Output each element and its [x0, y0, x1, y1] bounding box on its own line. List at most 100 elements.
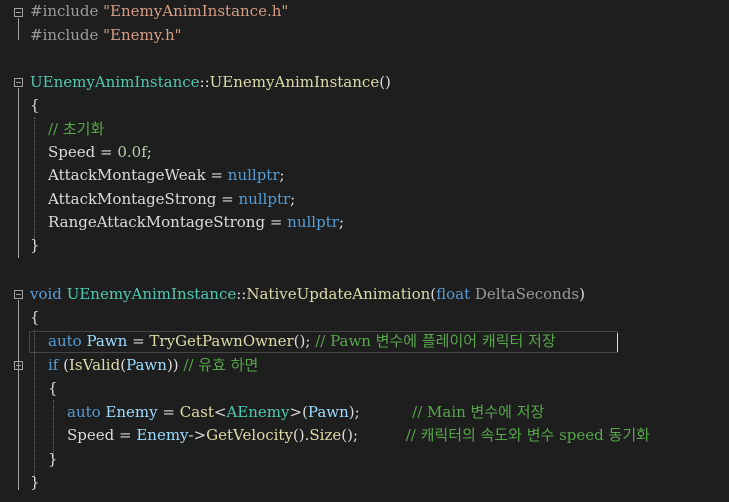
number-literal: 0.0f	[117, 143, 147, 161]
local-variable: Pawn	[126, 356, 167, 374]
brace: }	[30, 473, 40, 491]
operator: =	[205, 166, 228, 184]
code-line-13: void UEnemyAnimInstance::NativeUpdateAni…	[30, 283, 585, 306]
preprocessor-directive: #include	[30, 26, 99, 44]
comment: // 유효 하면	[183, 356, 259, 374]
operator: =	[157, 403, 180, 421]
scope-operator: ::	[199, 73, 210, 91]
keyword: auto	[67, 403, 101, 421]
function-name: GetVelocity	[206, 426, 293, 444]
keyword: nullptr	[227, 166, 280, 184]
text-caret	[617, 333, 618, 352]
punctuation: ;	[338, 213, 344, 231]
operator: =	[114, 426, 137, 444]
local-variable: Enemy	[100, 403, 158, 421]
fold-toggle-native-update[interactable]	[14, 290, 23, 299]
code-line-18: auto Enemy = Cast<AEnemy>(Pawn); // Main…	[67, 401, 544, 424]
comment: // 초기화	[48, 120, 105, 138]
punctuation: ))	[166, 356, 184, 374]
function-name: Size	[309, 426, 342, 444]
keyword: float	[436, 285, 471, 303]
operator: =	[216, 190, 239, 208]
fold-toggle-includes[interactable]	[14, 8, 23, 17]
identifier: RangeAttackMontageStrong	[48, 213, 266, 231]
comment: // Main 변수에 저장	[412, 403, 545, 421]
brace: }	[48, 450, 58, 468]
local-variable: Pawn	[81, 332, 128, 350]
code-line-14: {	[30, 306, 40, 329]
local-variable: Pawn	[307, 403, 349, 421]
code-line-15: auto Pawn = TryGetPawnOwner(); // Pawn 변…	[48, 330, 556, 353]
punctuation: ()	[379, 73, 391, 91]
comment: // Pawn 변수에 플레이어 캐릭터 저장	[315, 332, 556, 350]
punctuation: ;	[290, 190, 296, 208]
code-line-1: #include "EnemyAnimInstance.h"	[30, 0, 288, 23]
code-line-8: AttackMontageWeak = nullptr;	[48, 164, 285, 187]
code-line-7: Speed = 0.0f;	[48, 141, 152, 164]
code-line-2: #include "Enemy.h"	[30, 24, 182, 47]
comment: // 캐릭터의 속도와 변수 speed 동기화	[405, 426, 650, 444]
scope-operator: ::	[236, 285, 247, 303]
operator: =	[265, 213, 288, 231]
punctuation: )	[579, 285, 585, 303]
fold-toggle-constructor[interactable]	[14, 78, 23, 87]
punctuation: ().	[292, 426, 310, 444]
code-line-17: {	[48, 377, 58, 400]
fold-guide	[18, 18, 19, 40]
class-name: AEnemy	[226, 403, 290, 421]
punctuation: (	[58, 356, 69, 374]
code-line-20: }	[48, 448, 58, 471]
string-literal: "EnemyAnimInstance.h"	[103, 2, 289, 20]
brace: }	[30, 236, 40, 254]
keyword: if	[48, 356, 59, 374]
fold-guide	[18, 371, 19, 466]
punctuation: ();	[341, 426, 359, 444]
class-name: UEnemyAnimInstance	[30, 73, 200, 91]
identifier: Speed	[67, 426, 115, 444]
identifier: AttackMontageStrong	[48, 190, 217, 208]
function-name: IsValid	[68, 356, 121, 374]
punctuation: ;	[146, 143, 152, 161]
operator: ->	[188, 426, 207, 444]
indent-guide	[34, 117, 35, 247]
code-line-4: UEnemyAnimInstance::UEnemyAnimInstance()	[30, 71, 391, 94]
function-name: UEnemyAnimInstance	[209, 73, 380, 91]
function-name: NativeUpdateAnimation	[246, 285, 431, 303]
brace: {	[30, 96, 40, 114]
code-line-19: Speed = Enemy->GetVelocity().Size(); // …	[67, 424, 650, 447]
keyword: void	[30, 285, 62, 303]
operator: =	[127, 332, 150, 350]
code-editor[interactable]: #include "EnemyAnimInstance.h" #include …	[0, 0, 729, 502]
identifier: Speed	[48, 143, 96, 161]
preprocessor-directive: #include	[30, 2, 99, 20]
code-line-16: if (IsValid(Pawn)) // 유효 하면	[48, 354, 258, 377]
operator: =	[95, 143, 118, 161]
class-name: UEnemyAnimInstance	[66, 285, 237, 303]
code-line-6: // 초기화	[48, 118, 104, 141]
local-variable: Enemy	[136, 426, 189, 444]
fold-toggle-if-block[interactable]	[14, 361, 23, 370]
keyword: auto	[48, 332, 82, 350]
code-line-10: RangeAttackMontageStrong = nullptr;	[48, 211, 344, 234]
function-name: TryGetPawnOwner	[149, 332, 294, 350]
punctuation: ();	[293, 332, 316, 350]
code-line-11: }	[30, 234, 40, 257]
punctuation: );	[348, 403, 360, 421]
keyword: nullptr	[238, 190, 291, 208]
code-line-9: AttackMontageStrong = nullptr;	[48, 188, 295, 211]
keyword: nullptr	[287, 213, 339, 231]
code-line-5: {	[30, 94, 40, 117]
string-literal: "Enemy.h"	[103, 26, 182, 44]
parameter-name: DeltaSeconds	[470, 285, 580, 303]
brace: {	[48, 379, 58, 397]
punctuation: >(	[289, 403, 308, 421]
fold-guide	[18, 88, 19, 258]
punctuation: <	[213, 403, 227, 421]
identifier: AttackMontageWeak	[48, 166, 206, 184]
code-line-21: }	[30, 471, 40, 494]
function-name: Cast	[179, 403, 214, 421]
brace: {	[30, 308, 40, 326]
punctuation: ;	[279, 166, 285, 184]
